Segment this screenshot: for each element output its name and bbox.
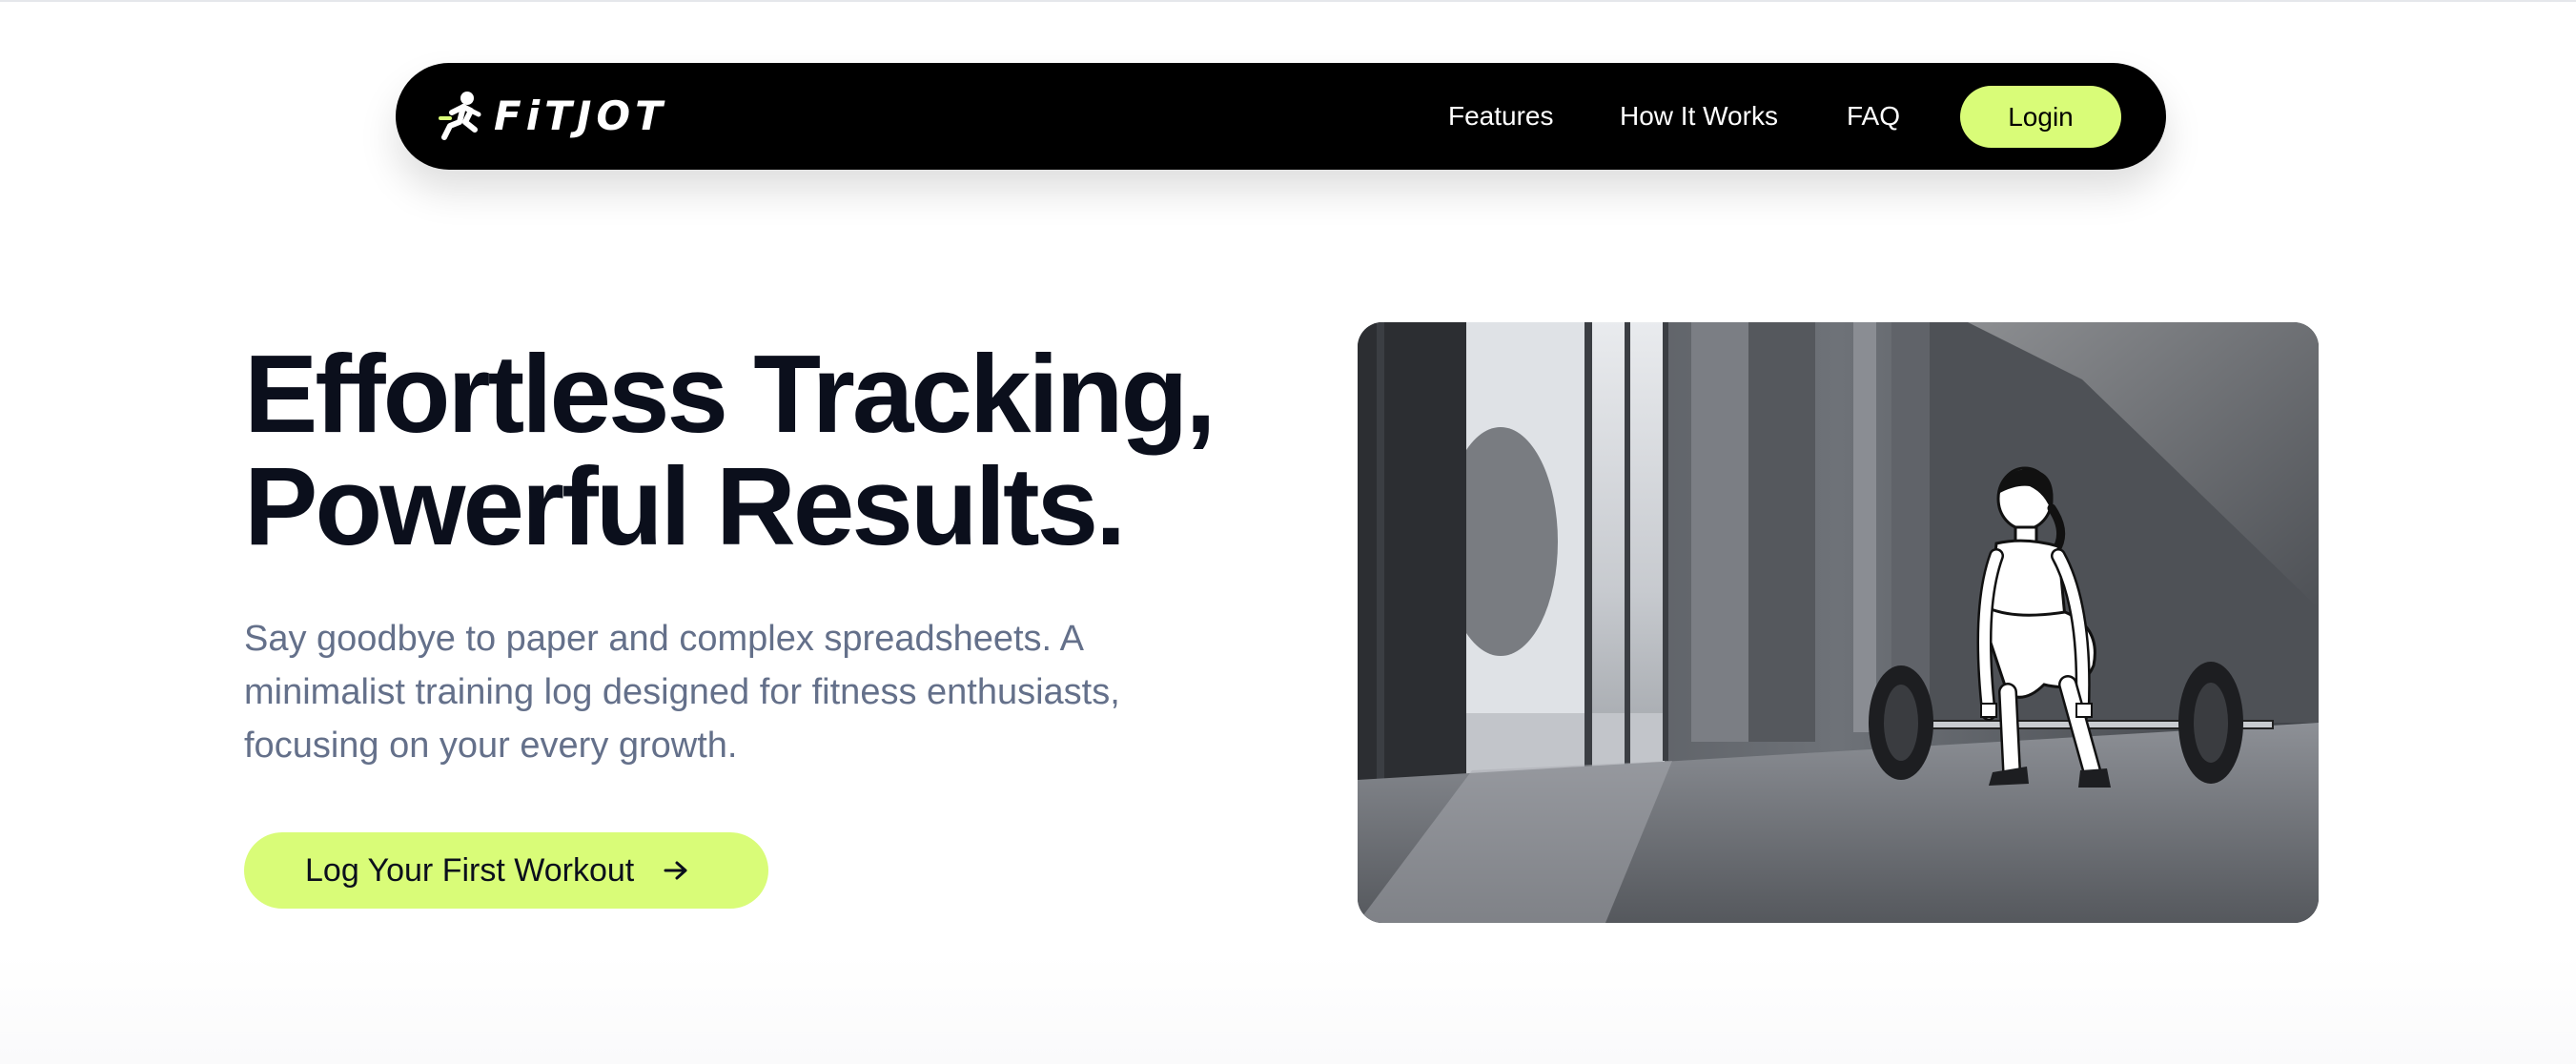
brand-name: FiTJOT [494,92,667,139]
cta-label: Log Your First Workout [305,851,635,889]
top-border [0,0,2576,2]
hero-description-line-2: minimalist training log designed for fit… [244,672,1120,712]
hero-image-gym-deadlift [1358,322,2319,923]
hero-description-line-3: focusing on your every growth. [244,726,738,766]
nav-link-how-it-works[interactable]: How It Works [1620,63,1778,170]
log-first-workout-button[interactable]: Log Your First Workout [244,832,768,909]
hero-title-line-1: Effortless Tracking, [244,332,1216,456]
nav-link-faq[interactable]: FAQ [1847,63,1900,170]
arrow-right-icon [664,861,687,880]
hero-title-line-2: Powerful Results. [244,444,1126,568]
gym-illustration [1358,322,2319,923]
navbar: FiTJOT Features How It Works FAQ Login [396,63,2166,170]
login-button[interactable]: Login [1960,86,2121,148]
hero-description: Say goodbye to paper and complex spreads… [244,612,1197,772]
nav-link-features[interactable]: Features [1448,63,1554,170]
hero-description-line-1: Say goodbye to paper and complex spreads… [244,619,1084,659]
running-figure-icon [439,92,481,140]
brand-logo[interactable]: FiTJOT [437,88,667,145]
section-divider-fade [0,953,2576,1064]
hero-title: Effortless Tracking, Powerful Results. [244,338,1293,563]
